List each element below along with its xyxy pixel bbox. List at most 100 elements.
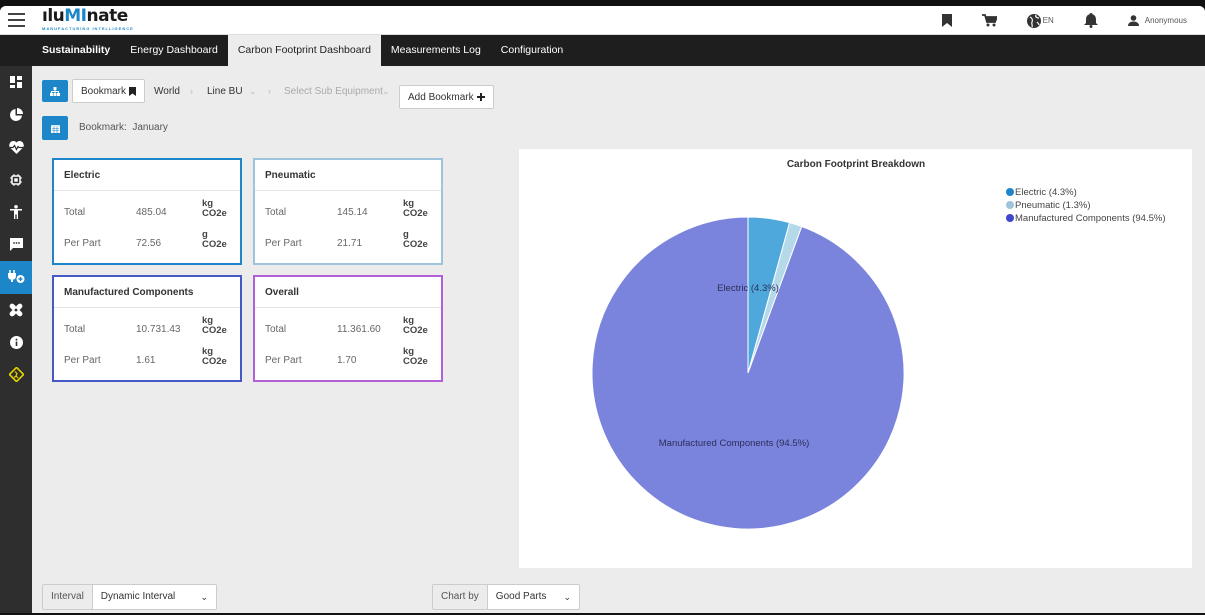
sub-equipment-select[interactable]: Select Sub Equipment [284,86,383,97]
per-part-value: 21.71 [337,238,362,249]
sidebar-item-safety[interactable] [0,359,32,392]
unit-co2e: CO2e [202,356,227,367]
heartbeat-icon [9,141,24,154]
card-title: Electric [54,160,240,191]
legend-marker [1006,201,1014,209]
sidebar-item-pie-chart[interactable] [0,99,32,132]
chart-title: Carbon Footprint Breakdown [787,159,925,170]
sitemap-icon [50,87,60,96]
pie-data-label: Manufactured Components (94.5%) [659,438,810,449]
per-part-unit: gCO2e [403,230,428,250]
bookmark-label: Bookmark: [79,122,127,133]
chat-icon [10,238,23,251]
per-part-label: Per Part [265,238,302,249]
breadcrumb-world[interactable]: World [154,86,180,97]
total-value: 11.361.60 [337,324,381,335]
legend-item[interactable]: Electric (4.3%) [1015,187,1077,198]
pie-chart-icon [10,108,23,121]
interval-select[interactable]: Dynamic Interval ⌄ [93,585,216,609]
per-part-label: Per Part [265,355,302,366]
sidebar-item-health[interactable] [0,131,32,164]
bookmark-button[interactable]: Bookmark [72,79,145,103]
chevron-down-icon[interactable]: ⌄ [249,86,257,97]
chart-by-select[interactable]: Good Parts ⌄ [488,585,579,609]
per-part-label: Per Part [64,238,101,249]
dashboard-icon [10,76,22,88]
card-electric: Electric Total 485.04 kgCO2e Per Part 72… [52,158,242,265]
pie-chart: Carbon Footprint Breakdown Electric (4.3… [519,149,1192,568]
interval-control: Interval Dynamic Interval ⌄ [42,584,217,610]
bookmark-icon[interactable] [942,14,952,27]
tab-measurements-log[interactable]: Measurements Log [381,35,491,66]
unit-co2e: CO2e [403,239,428,250]
sidebar-item-devices[interactable] [0,164,32,197]
unit-co2e: CO2e [403,208,428,219]
total-value: 145.14 [337,207,368,218]
plug-icon [8,270,25,284]
chart-by-control: Chart by Good Parts ⌄ [432,584,580,610]
total-value: 10.731.43 [136,324,181,335]
user-menu[interactable]: Anonymous [1128,15,1187,26]
unit-co2e: CO2e [403,325,428,336]
sidebar-item-maintenance[interactable] [0,294,32,327]
breadcrumb-separator-icon: › [190,86,193,96]
interval-label: Interval [43,585,93,609]
card-title: Overall [255,277,441,308]
per-part-unit: gCO2e [202,230,227,250]
legend-marker [1006,188,1014,196]
per-part-unit: kgCO2e [403,347,428,367]
per-part-label: Per Part [64,355,101,366]
tab-configuration[interactable]: Configuration [491,35,573,66]
chart-by-label: Chart by [433,585,488,609]
sidebar-item-messages[interactable] [0,229,32,262]
total-unit: kgCO2e [403,316,428,336]
bell-icon[interactable] [1084,13,1098,28]
logo-text: ılu [42,6,64,26]
total-label: Total [265,207,286,218]
bandage-icon [9,303,23,317]
tab-energy-dashboard[interactable]: Energy Dashboard [120,35,228,66]
sidebar-item-info[interactable] [0,326,32,359]
cart-icon[interactable] [982,14,997,27]
breadcrumb-separator-icon: › [268,86,271,96]
unit-co2e: CO2e [403,356,428,367]
card-manufactured-components: Manufactured Components Total 10.731.43 … [52,275,242,382]
sidebar-item-energy[interactable] [0,261,32,294]
legend-item[interactable]: Manufactured Components (94.5%) [1015,213,1166,224]
chevron-down-icon[interactable]: ⌄ [382,86,390,97]
pie-slice-manufactured-components[interactable] [592,217,904,529]
calendar-icon [51,124,60,133]
logo: ıluMInate MANUFACTURING INTELLIGENCE [42,7,134,31]
sidebar-item-operator[interactable] [0,196,32,229]
breadcrumb-line-bu[interactable]: Line BU [207,86,243,97]
user-name: Anonymous [1145,16,1187,25]
add-bookmark-button[interactable]: Add Bookmark [399,85,494,109]
logo-text-accent: MI [64,6,86,26]
plus-icon [477,93,485,101]
language-selector[interactable]: EN [1027,14,1054,28]
logo-text: nate [87,6,128,26]
logo-tagline: MANUFACTURING INTELLIGENCE [42,26,134,31]
main-nav: Sustainability Energy Dashboard Carbon F… [0,35,1205,66]
per-part-value: 72.56 [136,238,161,249]
bookmark-button-label: Bookmark [81,86,126,97]
card-title: Pneumatic [255,160,441,191]
hamburger-menu-icon[interactable] [8,13,25,27]
hierarchy-button[interactable] [42,80,68,102]
card-pneumatic: Pneumatic Total 145.14 kgCO2e Per Part 2… [253,158,443,265]
nav-brand-sustainability[interactable]: Sustainability [33,35,120,66]
chart-by-value: Good Parts [496,591,547,602]
per-part-value: 1.61 [136,355,155,366]
current-bookmark: Bookmark: January [79,122,168,133]
card-title: Manufactured Components [54,277,240,308]
tab-carbon-footprint-dashboard[interactable]: Carbon Footprint Dashboard [228,35,381,66]
sidebar-item-dashboard[interactable] [0,66,32,99]
warning-sign-icon [9,367,24,382]
legend-marker [1006,214,1014,222]
per-part-value: 1.70 [337,355,356,366]
per-part-unit: kgCO2e [202,347,227,367]
calendar-button[interactable] [42,116,68,140]
pie-data-label: Electric (4.3%) [717,283,779,294]
unit-co2e: CO2e [202,239,227,250]
legend-item[interactable]: Pneumatic (1.3%) [1015,200,1091,211]
